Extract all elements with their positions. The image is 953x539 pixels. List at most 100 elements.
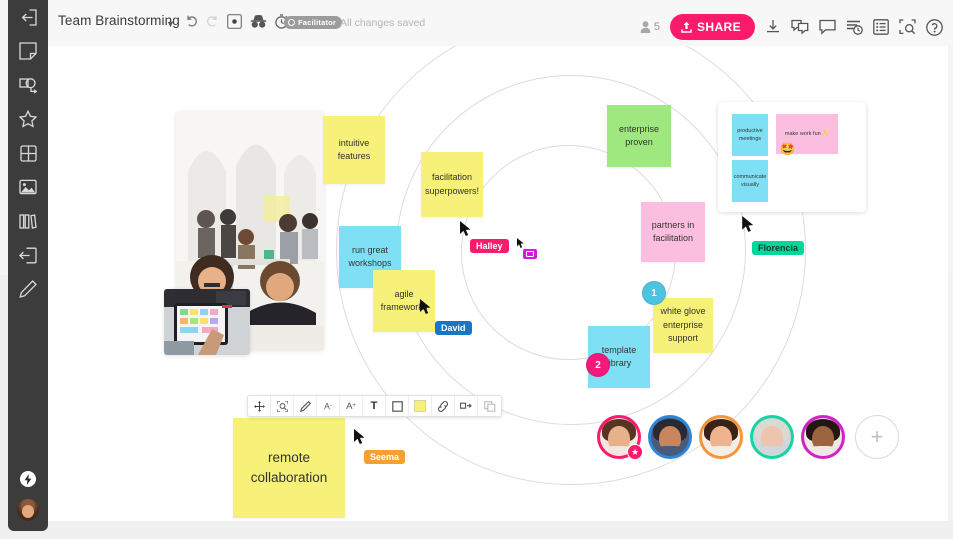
sticky-note-text: intuitive features [337, 137, 371, 162]
color-swatch-button[interactable] [409, 396, 432, 416]
color-swatch [414, 400, 426, 412]
collaborator-cursor-label: Florencia [752, 241, 805, 255]
duplicate-tool-button[interactable] [478, 396, 501, 416]
list-button[interactable] [873, 19, 889, 35]
emoji-reaction[interactable]: 🤩 [780, 142, 795, 156]
share-button[interactable]: SHARE [669, 14, 755, 40]
download-icon [767, 20, 779, 33]
viewer-count-label: 5 [653, 21, 660, 33]
collaborator-avatar[interactable] [648, 415, 692, 459]
zoom-search-button[interactable] [899, 19, 916, 35]
sticky-glyph-icon [526, 251, 534, 257]
lightning-bolt-icon [24, 473, 32, 485]
move-tool-button[interactable] [248, 396, 271, 416]
sticky-note[interactable]: facilitation superpowers! [421, 152, 483, 217]
mini-sticky-note[interactable]: productive meetings [732, 114, 768, 156]
present-button[interactable] [227, 14, 242, 34]
collaborator-avatar[interactable] [801, 415, 845, 459]
collaborator-cursor-label: David [435, 321, 472, 335]
sidebar-item-import[interactable] [8, 238, 48, 272]
list-icon [873, 19, 889, 35]
link-icon [438, 400, 448, 412]
redo-button[interactable] [205, 14, 219, 33]
sidebar-item-sticky-note[interactable] [8, 34, 48, 68]
collaborator-avatar[interactable] [750, 415, 794, 459]
app-root: intuitive features facilitation superpowe… [0, 0, 953, 539]
font-increase-button[interactable]: A + [340, 396, 363, 416]
board-canvas[interactable]: intuitive features facilitation superpowe… [48, 0, 948, 521]
cursor-tool-badge [523, 249, 537, 259]
activity-history-button[interactable] [846, 19, 863, 35]
sticky-note[interactable]: white glove enterprise support [653, 298, 713, 353]
grid-frame-icon [19, 144, 37, 162]
chat-bubbles-icon [791, 19, 809, 35]
comment-button[interactable] [819, 19, 836, 35]
help-button[interactable] [926, 18, 943, 36]
tablet-photo-image [164, 289, 250, 355]
sidebar-item-frame[interactable] [8, 136, 48, 170]
facilitator-badge[interactable]: Facilitator [284, 16, 343, 29]
incognito-button[interactable] [250, 14, 267, 33]
avatar-image [753, 418, 791, 456]
sidebar-item-image[interactable] [8, 170, 48, 204]
viewer-count[interactable]: 5 [640, 21, 660, 33]
collaborator-avatar[interactable] [699, 415, 743, 459]
count-badge[interactable]: 2 [586, 353, 610, 377]
mini-sticky-note-text: make work fun ✨ [784, 130, 830, 137]
person-icon [640, 21, 651, 33]
sticky-note[interactable]: partners in facilitation [641, 202, 705, 262]
font-decrease-button[interactable]: A- [317, 396, 340, 416]
sticky-note-text: run great workshops [348, 244, 392, 269]
collaborator-cursor-label: Halley [470, 239, 509, 253]
sticky-note-text: remote collaboration [250, 449, 328, 485]
shapes-connector-icon [18, 77, 37, 93]
undo-icon [187, 15, 197, 27]
avatar-body [756, 446, 788, 456]
board-title[interactable]: Team Brainstorming [58, 13, 180, 28]
move-icon [253, 400, 265, 412]
sticky-note[interactable]: enterprise proven [607, 105, 671, 167]
sticky-note[interactable]: intuitive features [323, 116, 385, 184]
mini-sticky-note[interactable]: communicate visually [732, 160, 768, 202]
undo-button[interactable] [185, 14, 199, 33]
count-badge[interactable]: 1 [642, 281, 666, 305]
incognito-icon [250, 15, 267, 28]
sidebar-item-templates[interactable] [8, 102, 48, 136]
sidebar-item-pen[interactable] [8, 272, 48, 306]
facilitator-dot-icon [288, 19, 295, 26]
element-toolbar[interactable]: A- A + T [247, 395, 502, 417]
text-tool-button[interactable]: T [363, 396, 386, 416]
sticky-note[interactable]: remote collaboration [233, 418, 345, 518]
avatar-image [651, 418, 689, 456]
add-collaborator-button[interactable]: + [855, 415, 899, 459]
sidebar-item-shapes[interactable] [8, 68, 48, 102]
help-icon [926, 18, 943, 36]
avatar-face [22, 505, 34, 518]
link-tool-button[interactable] [432, 396, 455, 416]
facilitator-label: Facilitator [298, 18, 337, 27]
quick-actions-button[interactable] [20, 471, 36, 487]
topbar: Team Brainstorming ▼ Facilitator All cha… [48, 0, 953, 46]
download-button[interactable] [765, 19, 781, 35]
tablet-photo[interactable] [164, 289, 250, 355]
activity-history-icon [847, 20, 863, 35]
zoom-search-icon [899, 19, 916, 35]
chat-bubbles-button[interactable] [791, 19, 809, 35]
grouped-notes-card[interactable]: productive meetings make work fun ✨ commun… [718, 102, 866, 212]
pen-tool-button[interactable] [294, 396, 317, 416]
chevron-down-icon[interactable]: ▼ [166, 19, 175, 29]
sticky-note-text: enterprise proven [618, 123, 660, 148]
image-icon [19, 179, 37, 195]
sidebar-item-collapse[interactable] [8, 0, 48, 34]
sidebar-item-library[interactable] [8, 204, 48, 238]
duplicate-icon [483, 400, 495, 412]
distribute-tool-button[interactable] [455, 396, 478, 416]
present-icon [227, 14, 242, 29]
sidebar-user-avatar[interactable] [17, 499, 39, 521]
collaborator-avatar[interactable]: ★ [597, 415, 643, 460]
sticky-note-icon [19, 42, 37, 60]
shape-tool-button[interactable] [386, 396, 409, 416]
select-zoom-button[interactable] [271, 396, 294, 416]
square-icon [391, 400, 403, 412]
share-label: SHARE [696, 20, 741, 34]
